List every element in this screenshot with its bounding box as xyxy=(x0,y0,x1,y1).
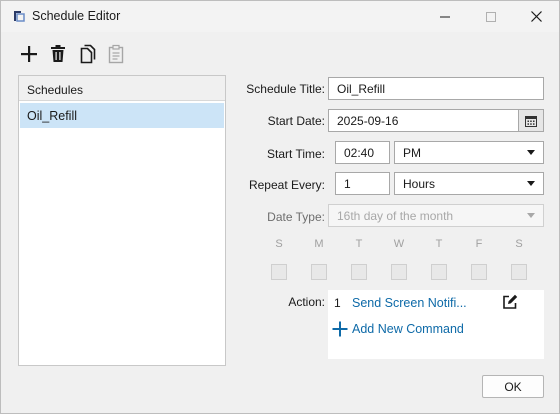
repeat-unit-select[interactable]: Hours xyxy=(394,172,544,195)
start-time-input[interactable]: 02:40 xyxy=(335,141,390,164)
day-checkbox-sunday[interactable] xyxy=(271,264,287,280)
close-icon xyxy=(530,11,542,22)
chevron-down-icon xyxy=(527,181,535,186)
minimize-button[interactable] xyxy=(422,1,468,32)
schedules-list: Schedules Oil_Refill xyxy=(18,75,226,366)
start-date-label: Start Date: xyxy=(267,114,325,128)
date-type-value: 16th day of the month xyxy=(337,209,454,223)
copy-icon xyxy=(80,44,96,64)
calendar-button[interactable] xyxy=(518,109,544,132)
day-label-monday: M xyxy=(314,238,324,250)
paste-schedule-button[interactable] xyxy=(105,43,127,65)
date-type-select[interactable]: 16th day of the month xyxy=(328,204,544,227)
close-button[interactable] xyxy=(513,1,559,32)
day-checkbox-wednesday[interactable] xyxy=(391,264,407,280)
title-bar: Schedule Editor xyxy=(1,1,559,32)
minimize-icon xyxy=(440,16,450,17)
ampm-select-value: PM xyxy=(403,146,421,160)
schedule-editor-window: Schedule Editor Schedules Oil_Refill Sch… xyxy=(0,0,560,414)
day-checkbox-saturday[interactable] xyxy=(511,264,527,280)
window-title: Schedule Editor xyxy=(32,9,121,23)
day-label-friday: F xyxy=(475,238,483,250)
ok-button[interactable]: OK xyxy=(482,375,544,398)
action-label: Action: xyxy=(288,295,325,309)
day-label-thursday: T xyxy=(435,238,443,250)
start-date-input[interactable]: 2025-09-16 xyxy=(328,109,519,132)
trash-icon xyxy=(51,45,65,62)
day-label-wednesday: W xyxy=(393,238,405,250)
chevron-down-icon xyxy=(527,150,535,155)
add-schedule-button[interactable] xyxy=(18,43,40,65)
day-label-tuesday: T xyxy=(355,238,363,250)
edit-icon[interactable] xyxy=(502,294,518,310)
start-time-label: Start Time: xyxy=(266,147,325,161)
schedules-header: Schedules xyxy=(19,76,225,101)
calendar-icon xyxy=(525,115,537,127)
repeat-every-input[interactable]: 1 xyxy=(335,172,390,195)
day-checkbox-tuesday[interactable] xyxy=(351,264,367,280)
chevron-down-icon xyxy=(527,213,535,218)
day-checkbox-friday[interactable] xyxy=(471,264,487,280)
copy-schedule-button[interactable] xyxy=(77,43,99,65)
command-link[interactable]: Send Screen Notifi... xyxy=(352,296,467,310)
repeat-unit-value: Hours xyxy=(403,177,436,191)
ampm-select[interactable]: PM xyxy=(394,141,544,164)
day-label-saturday: S xyxy=(515,238,523,250)
schedule-title-label: Schedule Title: xyxy=(246,82,325,96)
maximize-icon xyxy=(486,11,496,22)
maximize-button[interactable] xyxy=(468,1,514,32)
add-command-button[interactable]: Add New Command xyxy=(332,320,464,338)
add-command-label: Add New Command xyxy=(352,322,464,336)
repeat-every-label: Repeat Every: xyxy=(248,178,325,192)
day-checkbox-monday[interactable] xyxy=(311,264,327,280)
command-number: 1 xyxy=(334,296,341,310)
clipboard-icon xyxy=(108,44,124,64)
schedule-item-oil-refill[interactable]: Oil_Refill xyxy=(20,103,224,128)
delete-schedule-button[interactable] xyxy=(47,43,69,65)
date-type-label: Date Type: xyxy=(267,210,325,224)
day-label-sunday: S xyxy=(275,238,283,250)
schedule-title-input[interactable]: Oil_Refill xyxy=(328,77,544,100)
day-checkbox-thursday[interactable] xyxy=(431,264,447,280)
plus-icon xyxy=(21,46,37,62)
command-list: 1 Send Screen Notifi... Add New Command xyxy=(328,290,544,359)
app-icon xyxy=(14,11,25,22)
plus-icon xyxy=(332,321,348,337)
